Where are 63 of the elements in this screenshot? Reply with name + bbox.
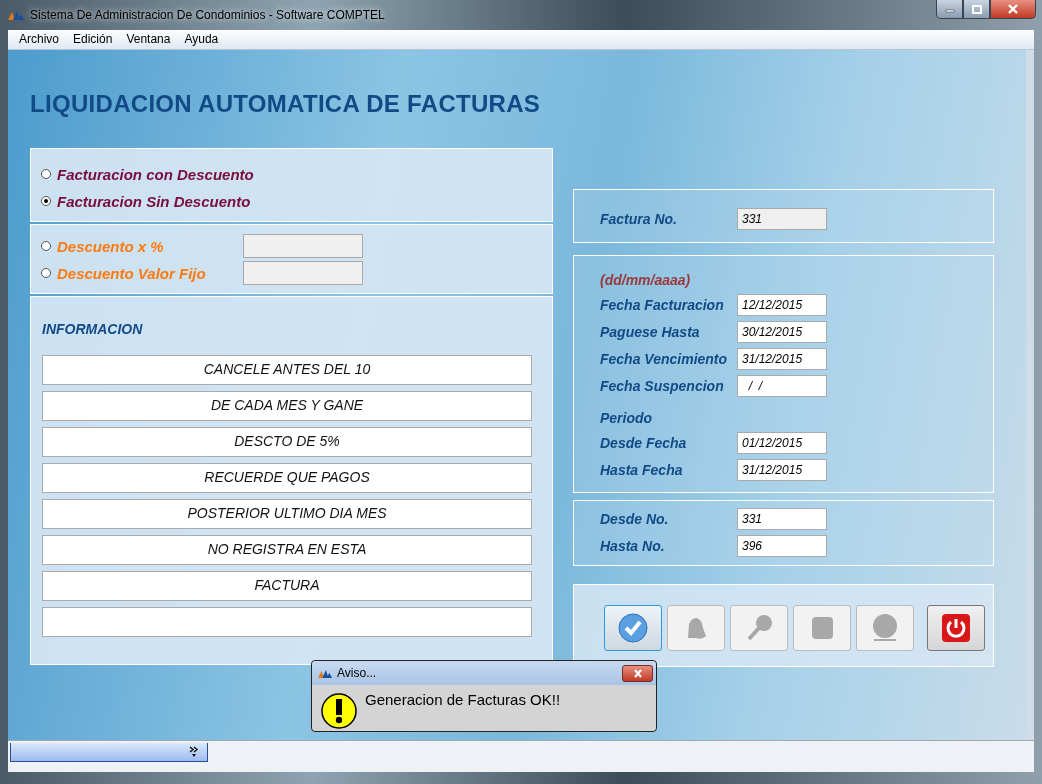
- input-field[interactable]: / /: [737, 375, 827, 398]
- minimize-button[interactable]: [936, 0, 963, 19]
- option-label: Descuento x %: [57, 237, 165, 255]
- input-field[interactable]: 31/12/2015: [737, 459, 827, 482]
- field-label: Hasta Fecha: [600, 462, 684, 479]
- minimized-window-bar[interactable]: [10, 743, 208, 763]
- close-button[interactable]: [622, 664, 653, 682]
- chevron-icon: [189, 746, 199, 759]
- text-field[interactable]: DE CADA MES Y GANE: [42, 390, 532, 421]
- window-title: Sistema De Administracion De Condominios - Software COMPTEL: [30, 7, 385, 22]
- input-field[interactable]: 12/12/2015: [737, 294, 827, 317]
- field-label: Fecha Vencimiento: [600, 351, 729, 368]
- text-field[interactable]: NO REGISTRA EN ESTA: [42, 534, 532, 565]
- option-label: Descuento Valor Fijo: [57, 264, 207, 282]
- maximize-button[interactable]: [963, 0, 990, 19]
- input-field[interactable]: 01/12/2015: [737, 432, 827, 455]
- field-label: Fecha Suspencion: [600, 378, 725, 395]
- text-field[interactable]: DESCTO DE 5%: [42, 426, 532, 457]
- app-logo-icon: [318, 668, 332, 678]
- input-field[interactable]: [243, 234, 363, 259]
- input-field[interactable]: 396: [737, 535, 827, 558]
- form-heading: LIQUIDACION AUTOMATICA DE FACTURAS: [30, 89, 542, 119]
- field-label: Factura No.: [600, 211, 678, 228]
- field-label: Paguese Hasta: [600, 324, 701, 341]
- format-hint: (dd/mm/aaaa): [600, 271, 692, 290]
- section-title: INFORMACION: [42, 320, 144, 339]
- close-icon: [1007, 4, 1019, 14]
- dialog-message: Generacion de Facturas OK!!: [365, 691, 561, 708]
- radio-button[interactable]: [41, 268, 51, 279]
- menu-item[interactable]: Edición: [66, 32, 120, 47]
- maximize-icon: [971, 4, 982, 14]
- warning-icon: [321, 693, 357, 729]
- field-label: Desde No.: [600, 511, 670, 528]
- field-label: Desde Fecha: [600, 435, 688, 452]
- section-label: Periodo: [600, 408, 654, 428]
- input-field[interactable]: 331: [737, 208, 827, 231]
- close-button[interactable]: [990, 0, 1036, 19]
- radio-button[interactable]: [41, 241, 51, 252]
- menu-item[interactable]: Ventana: [119, 32, 178, 47]
- radio-button[interactable]: [41, 169, 51, 180]
- input-field[interactable]: 31/12/2015: [737, 348, 827, 371]
- dialog-title: Aviso...: [337, 666, 377, 680]
- check-button[interactable]: [604, 604, 662, 651]
- menu-item[interactable]: Archivo: [12, 32, 66, 47]
- power-button[interactable]: [927, 604, 985, 651]
- text-field[interactable]: RECUERDE QUE PAGOS: [42, 462, 532, 493]
- input-field[interactable]: [243, 261, 363, 286]
- text-field[interactable]: POSTERIOR ULTIMO DIA MES: [42, 498, 532, 529]
- option-label: Facturacion Sin Descuento: [57, 192, 251, 210]
- check-icon: [617, 611, 649, 644]
- field-label: Fecha Facturacion: [600, 297, 725, 314]
- radio-button[interactable]: [41, 196, 51, 207]
- text-field[interactable]: FACTURA: [42, 570, 532, 601]
- option-label: Facturacion con Descuento: [57, 165, 254, 183]
- close-icon: [631, 668, 644, 678]
- input-field[interactable]: 331: [737, 508, 827, 531]
- text-field[interactable]: CANCELE ANTES DEL 10: [42, 354, 532, 385]
- app-logo-icon: [8, 9, 24, 20]
- power-icon: [940, 611, 972, 644]
- input-field[interactable]: 30/12/2015: [737, 321, 827, 344]
- field-label: Hasta No.: [600, 538, 666, 555]
- text-field[interactable]: [42, 606, 532, 637]
- menu-item[interactable]: Ayuda: [177, 32, 226, 47]
